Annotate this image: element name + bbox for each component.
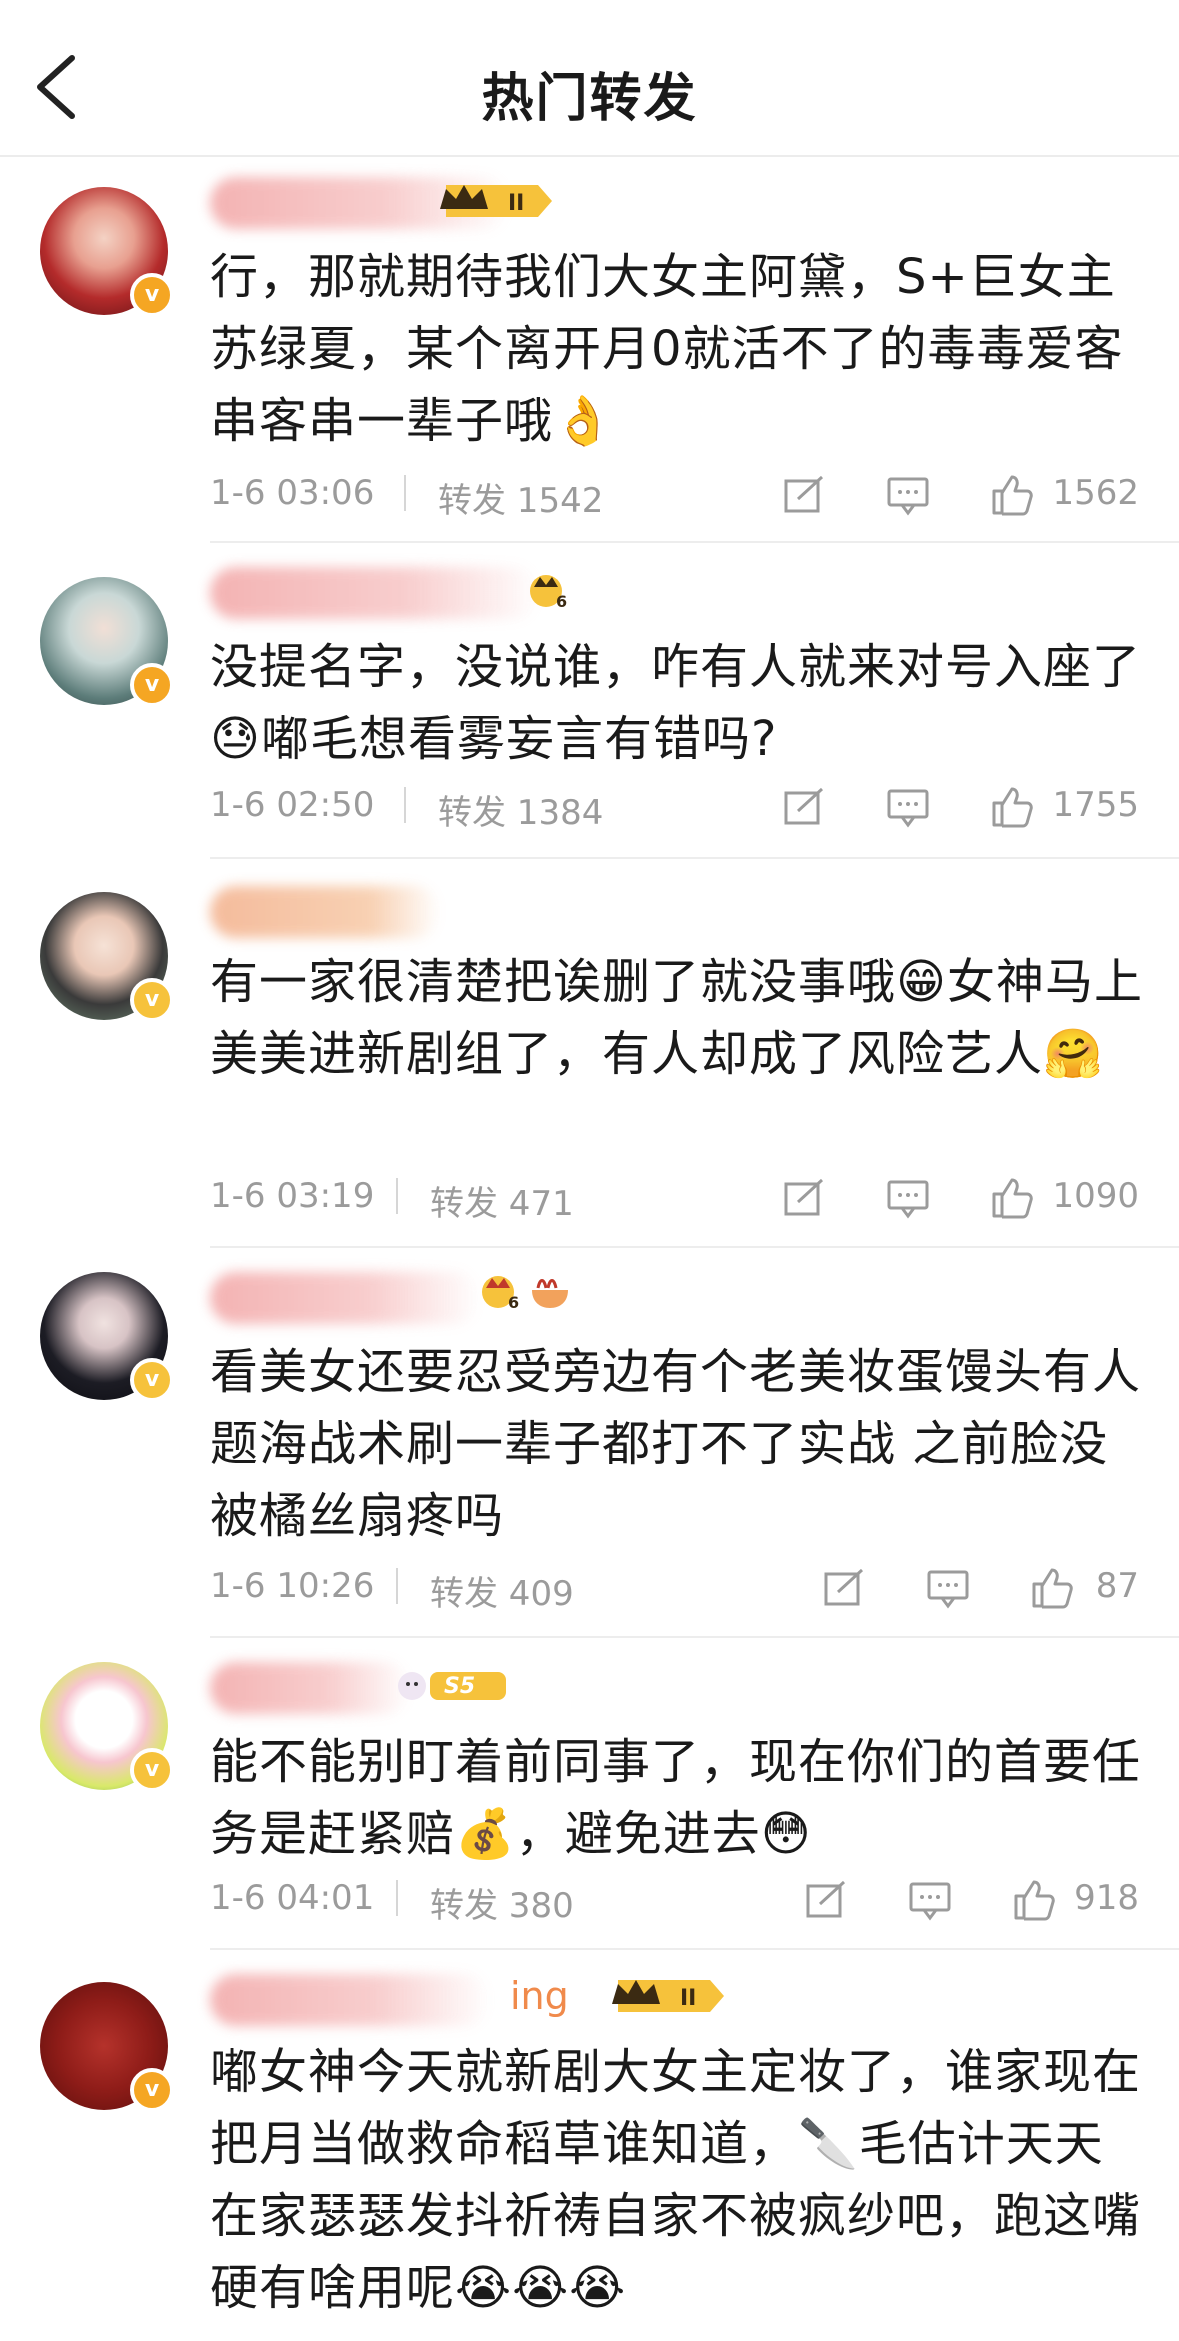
post-text: 没提名字，没说谁，咋有人就来对号入座了😓嘟毛想看雾妄言有错吗?	[210, 639, 1142, 767]
username-blurred[interactable]	[210, 1974, 490, 2026]
divider	[210, 1246, 1179, 1248]
post-time: 1-6 04:01	[210, 1878, 375, 1918]
post-text: 嘟女神今天就新剧大女主定妆了，谁家现在把月当做救命稻草谁知道，🔪毛估计天天在家瑟…	[210, 2044, 1142, 2316]
like-icon[interactable]	[990, 1176, 1034, 1220]
vip-crown-badge: II	[440, 185, 552, 217]
repost-count: 转发 409	[430, 1574, 574, 1614]
username-blurred[interactable]	[210, 567, 540, 619]
separator	[404, 787, 406, 823]
separator	[396, 1568, 398, 1604]
like-count: 1090	[1052, 1176, 1139, 1216]
username-tail[interactable]: ing	[510, 1974, 569, 2018]
level-number: 6	[556, 592, 567, 611]
verified-icon: v	[130, 273, 174, 317]
level-badge: 6	[482, 1276, 519, 1312]
repost-icon[interactable]	[782, 785, 826, 829]
vip-level: II	[508, 191, 524, 216]
comment-icon[interactable]	[886, 1176, 930, 1220]
username-blurred[interactable]	[210, 1272, 480, 1324]
verified-icon: v	[130, 1358, 174, 1402]
repost-count: 转发 380	[430, 1886, 574, 1926]
divider	[210, 1948, 1179, 1950]
comment-icon[interactable]	[886, 785, 930, 829]
comment-icon[interactable]	[908, 1878, 952, 1922]
post-time: 1-6 03:19	[210, 1176, 375, 1216]
post-meta: 1-6 10:26 转发 409 87	[210, 1566, 1139, 1616]
s5-member-badge: S5	[398, 1672, 506, 1700]
like-icon[interactable]	[1012, 1878, 1056, 1922]
repost-count: 转发 1542	[438, 481, 604, 521]
post-time: 1-6 03:06	[210, 473, 375, 513]
list-item[interactable]: v II 行，那就期待我们大女主阿黛，S+巨女主苏绿夏，某个离开月0就活不了的毒…	[0, 155, 1179, 545]
like-icon[interactable]	[990, 785, 1034, 829]
username-blurred[interactable]	[210, 886, 440, 938]
level-number: 6	[508, 1293, 519, 1312]
list-item[interactable]: v 有一家很清楚把诶删了就没事哦😁女神马上美美进新剧组了，有人却成了风险艺人🤗 …	[0, 860, 1179, 1250]
post-text: 有一家很清楚把诶删了就没事哦😁女神马上美美进新剧组了，有人却成了风险艺人🤗	[210, 954, 1144, 1082]
post-meta: 1-6 03:06 转发 1542 1562	[210, 473, 1139, 523]
level-badge: 6	[530, 575, 567, 611]
list-item[interactable]: v 6 没提名字，没说谁，咋有人就来对号入座了😓嘟毛想看雾妄言有错吗? 1-6 …	[0, 545, 1179, 860]
like-icon[interactable]	[990, 473, 1034, 517]
repost-count: 转发 471	[430, 1184, 574, 1224]
comment-icon[interactable]	[886, 473, 930, 517]
divider	[210, 857, 1179, 859]
separator	[396, 1880, 398, 1916]
comment-icon[interactable]	[926, 1566, 970, 1610]
repost-icon[interactable]	[782, 473, 826, 517]
username-blurred[interactable]	[210, 1662, 410, 1714]
post-text: 能不能别盯着前同事了，现在你们的首要任务是赶紧赔💰，避免进去😳	[210, 1734, 1142, 1862]
repost-icon[interactable]	[822, 1566, 866, 1610]
top-nav-bar: 热门转发	[0, 0, 1179, 157]
vip-level: II	[680, 1986, 696, 2011]
like-icon[interactable]	[1030, 1566, 1074, 1610]
post-time: 1-6 10:26	[210, 1566, 375, 1606]
page-title: 热门转发	[481, 69, 698, 129]
repost-count: 转发 1384	[438, 793, 604, 833]
verified-icon: v	[130, 1748, 174, 1792]
vip-crown-badge: II	[612, 1980, 724, 2012]
verified-icon: v	[130, 978, 174, 1022]
divider	[210, 1636, 1179, 1638]
repost-icon[interactable]	[804, 1878, 848, 1922]
badge-label: S5	[444, 1674, 475, 1699]
repost-icon[interactable]	[782, 1176, 826, 1220]
list-item[interactable]: v ing II 嘟女神今天就新剧大女主定妆了，谁家现在把月当做救命稻草谁知道，…	[0, 1952, 1179, 2341]
like-count: 1562	[1052, 473, 1139, 513]
separator	[396, 1178, 398, 1214]
verified-icon: v	[130, 663, 174, 707]
post-text: 看美女还要忍受旁边有个老美妆蛋馒头有人题海战术刷一辈子都打不了实战 之前脸没被橘…	[210, 1344, 1142, 1544]
divider	[210, 541, 1179, 543]
noodle-bowl-icon	[532, 1279, 568, 1308]
post-meta: 1-6 04:01 转发 380 918	[210, 1878, 1139, 1928]
like-count: 87	[1095, 1566, 1139, 1606]
post-meta: 1-6 02:50 转发 1384 1755	[210, 785, 1139, 835]
like-count: 918	[1074, 1878, 1139, 1918]
post-time: 1-6 02:50	[210, 785, 375, 825]
like-count: 1755	[1052, 785, 1139, 825]
verified-icon: v	[130, 2068, 174, 2112]
list-item[interactable]: v S5 能不能别盯着前同事了，现在你们的首要任务是赶紧赔💰，避免进去😳 1-6…	[0, 1640, 1179, 1952]
post-text: 行，那就期待我们大女主阿黛，S+巨女主苏绿夏，某个离开月0就活不了的毒毒爱客串客…	[210, 249, 1124, 449]
separator	[404, 475, 406, 511]
list-item[interactable]: v 6 看美女还要忍受旁边有个老美妆蛋馒头有人题海战术刷一辈子都打不了实战 之前…	[0, 1250, 1179, 1640]
post-meta: 1-6 03:19 转发 471 1090	[210, 1176, 1139, 1226]
